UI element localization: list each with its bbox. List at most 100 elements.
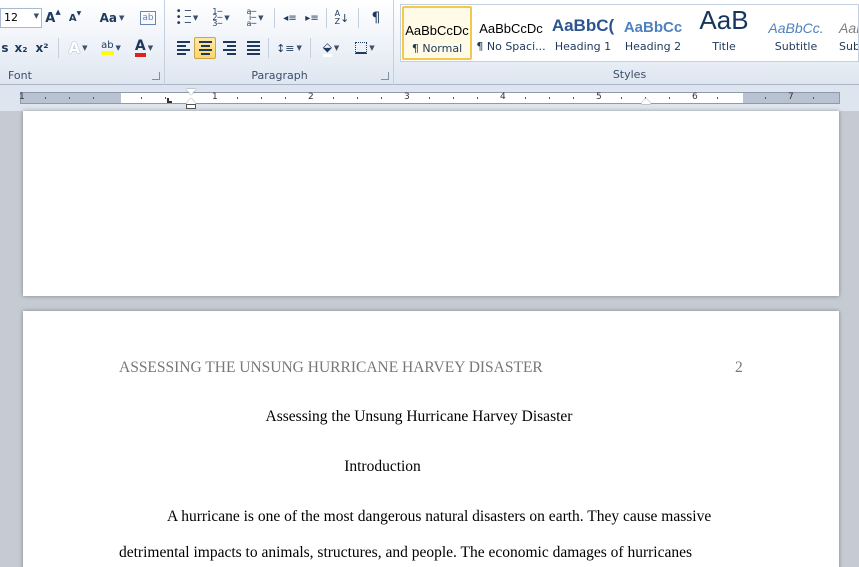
- pilcrow-icon: ¶: [371, 10, 381, 26]
- shrink-font-button[interactable]: A ▼: [66, 8, 84, 28]
- style-subtle-emphasis[interactable]: AaBb Subtl: [833, 6, 858, 60]
- style-title[interactable]: AaB Title: [689, 6, 759, 60]
- grow-font-icon: A: [45, 10, 56, 26]
- style-name: Subtl: [839, 40, 858, 53]
- align-left-button[interactable]: [172, 38, 194, 58]
- line-spacing-icon: ↕≡: [276, 41, 295, 55]
- style-name: Title: [712, 40, 736, 53]
- decrease-indent-button[interactable]: ◂≡: [280, 8, 300, 28]
- align-left-icon: [176, 41, 190, 55]
- ruler-number: 4: [500, 92, 506, 102]
- style-subtitle[interactable]: AaBbCc. Subtitle: [761, 6, 831, 60]
- font-dialog-launcher[interactable]: [152, 72, 160, 80]
- show-formatting-marks-button[interactable]: ¶: [366, 8, 386, 28]
- superscript-button[interactable]: x²: [33, 38, 51, 58]
- font-size-box[interactable]: 12 ▼: [0, 8, 42, 28]
- style-name: Heading 2: [624, 40, 682, 53]
- subscript-icon: x₂: [14, 41, 28, 55]
- bold-partial-button[interactable]: s: [0, 38, 10, 58]
- numbering-icon: 1─ 2─ 3─: [212, 7, 223, 28]
- align-center-icon: [198, 41, 212, 55]
- bullets-icon: • ─ • ─ • ─: [175, 6, 191, 29]
- section-heading: Introduction: [344, 458, 421, 475]
- chevron-down-icon: ▼: [119, 14, 125, 22]
- style-sample: AaBbCc.: [768, 20, 824, 36]
- style-name: ¶ Normal: [411, 42, 463, 55]
- chevron-down-icon: ▼: [369, 44, 375, 52]
- align-center-button[interactable]: [194, 37, 216, 59]
- running-head: ASSESSING THE UNSUNG HURRICANE HARVEY DI…: [119, 359, 543, 376]
- style-heading-2[interactable]: AaBbCc Heading 2: [618, 6, 688, 60]
- multilevel-list-icon: a─ i─ a─: [246, 7, 257, 28]
- borders-icon: [355, 42, 368, 54]
- styles-gallery: AaBbCcDc ¶ Normal AaBbCcDc ¶ No Spaci...…: [400, 4, 859, 62]
- paragraph-group: • ─ • ─ • ─ ▼ 1─ 2─ 3─ ▼ a─ i─ a─ ▼ ◂≡ ▸≡ A Z ↓ ¶: [166, 0, 394, 85]
- bullets-button[interactable]: • ─ • ─ • ─ ▼: [172, 6, 202, 29]
- style-sample: AaBb: [839, 20, 858, 36]
- ribbon: 12 ▼ A ▲ A ▼ Aa ▼ ab s x₂ x² A ▼ ab ▼ A ▼: [0, 0, 859, 85]
- ruler-bar: 1 1 2 3 4 5 6 7: [0, 85, 859, 111]
- chevron-down-icon: ▼: [224, 14, 230, 22]
- ruler-number: 1: [19, 92, 25, 102]
- style-sample: AaBbCcDc: [479, 21, 543, 36]
- shading-button[interactable]: ⬙ ▼: [316, 38, 346, 58]
- borders-button[interactable]: ▼: [350, 38, 380, 58]
- ruler-number: 7: [788, 92, 794, 102]
- style-no-spacing[interactable]: AaBbCcDc ¶ No Spaci...: [476, 6, 546, 60]
- tab-stop-marker[interactable]: [167, 98, 172, 103]
- style-name: Subtitle: [774, 40, 818, 53]
- document-page-1[interactable]: [23, 111, 839, 296]
- change-case-button[interactable]: Aa ▼: [98, 8, 126, 28]
- ruler-number: 1: [212, 92, 218, 102]
- highlight-icon: ab: [101, 41, 114, 55]
- style-sample: AaB: [699, 6, 749, 35]
- paragraph-line: detrimental impacts to animals, structur…: [119, 544, 693, 561]
- subscript-button[interactable]: x₂: [12, 38, 30, 58]
- style-sample: AaBbCc: [623, 19, 683, 36]
- page-number: 2: [735, 359, 743, 376]
- chevron-down-icon: ▼: [333, 44, 340, 52]
- style-sample: AaBbC(: [551, 16, 615, 35]
- decrease-indent-icon: ◂≡: [283, 12, 297, 24]
- numbering-button[interactable]: 1─ 2─ 3─ ▼: [206, 8, 236, 28]
- chevron-down-icon: ▼: [296, 44, 302, 52]
- clear-formatting-button[interactable]: ab: [138, 8, 158, 28]
- align-right-icon: [222, 41, 236, 55]
- style-name: ¶ No Spaci...: [476, 40, 546, 53]
- document-page-2[interactable]: ASSESSING THE UNSUNG HURRICANE HARVEY DI…: [23, 311, 839, 567]
- right-indent-marker[interactable]: [641, 98, 651, 104]
- paint-bucket-icon: ⬙: [322, 40, 332, 57]
- grow-font-button[interactable]: A ▲: [44, 8, 62, 28]
- chevron-down-icon: ▼: [192, 14, 199, 22]
- clear-formatting-icon: ab: [140, 11, 156, 25]
- font-size-value: 12: [4, 11, 18, 24]
- sort-button[interactable]: A Z ↓: [332, 8, 352, 28]
- chevron-down-icon: ▼: [258, 14, 264, 22]
- ruler-number: 2: [308, 92, 314, 102]
- chevron-down-icon[interactable]: ▼: [34, 12, 39, 20]
- text-effects-button[interactable]: A ▼: [64, 38, 92, 58]
- paragraph-line: A hurricane is one of the most dangerous…: [167, 508, 712, 525]
- chevron-down-icon: ▼: [147, 44, 154, 52]
- paragraph-dialog-launcher[interactable]: [381, 72, 389, 80]
- align-right-button[interactable]: [218, 38, 240, 58]
- style-heading-1[interactable]: AaBbC( Heading 1: [548, 6, 618, 60]
- chevron-down-icon: ▼: [82, 44, 88, 52]
- justify-button[interactable]: [242, 38, 264, 58]
- font-group-label: Font: [8, 69, 32, 82]
- left-indent-marker[interactable]: [186, 104, 196, 109]
- horizontal-ruler[interactable]: 1 1 2 3 4 5 6 7: [19, 89, 840, 109]
- document-title: Assessing the Unsung Hurricane Harvey Di…: [265, 408, 573, 425]
- line-spacing-button[interactable]: ↕≡ ▼: [274, 38, 304, 58]
- highlight-button[interactable]: ab ▼: [96, 38, 126, 58]
- multilevel-list-button[interactable]: a─ i─ a─ ▼: [240, 8, 270, 28]
- increase-indent-button[interactable]: ▸≡: [302, 8, 322, 28]
- style-normal[interactable]: AaBbCcDc ¶ Normal: [402, 6, 472, 60]
- first-line-indent-marker[interactable]: [186, 89, 196, 95]
- ruler-number: 5: [596, 92, 602, 102]
- font-group: 12 ▼ A ▲ A ▼ Aa ▼ ab s x₂ x² A ▼ ab ▼ A ▼: [0, 0, 165, 85]
- font-color-button[interactable]: A ▼: [130, 38, 158, 58]
- styles-group-label: Styles: [612, 68, 647, 81]
- ruler-number: 3: [404, 92, 410, 102]
- font-color-icon: A: [134, 39, 146, 57]
